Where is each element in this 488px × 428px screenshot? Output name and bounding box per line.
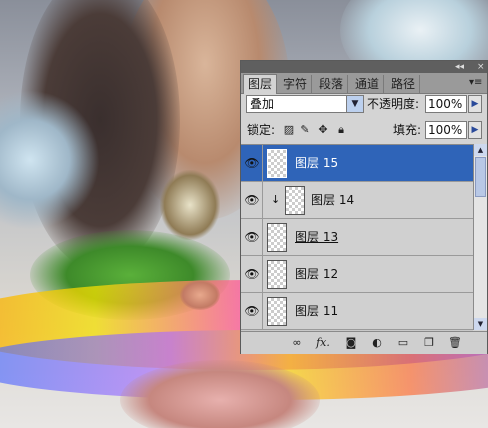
scroll-up-icon[interactable]: ▲ [474,144,487,156]
new-layer-icon[interactable]: ❐ [421,336,437,350]
close-icon[interactable]: × [477,62,485,72]
trash-icon[interactable]: 🗑︎ [447,336,463,350]
layer-row[interactable]: 👁︎ 图层 15 [241,145,473,182]
layer-row[interactable]: 👁︎ 图层 13 [241,219,473,256]
tab-paragraph[interactable]: 段落 [315,75,349,93]
eye-icon[interactable]: 👁︎ [244,304,260,318]
panel-menu-icon[interactable]: ▾≡ [469,77,483,89]
layer-thumbnail [267,260,287,289]
tab-paths[interactable]: 路径 [387,75,421,93]
layer-name: 图层 11 [295,304,339,318]
layer-thumbnail [285,186,305,215]
tab-channels[interactable]: 通道 [351,75,385,93]
collapse-icon[interactable]: ◂◂ [455,62,464,72]
fx-icon[interactable]: fx. [315,336,331,350]
layer-list: 👁︎ 图层 15 👁︎ ↓ 图层 14 👁︎ 图层 13 👁︎ 图层 12 👁︎ [241,144,473,331]
opacity-field[interactable]: 100% [425,95,467,113]
layer-row[interactable]: 👁︎ 图层 12 [241,256,473,293]
eye-icon[interactable]: 👁︎ [244,156,260,170]
eye-icon[interactable]: 👁︎ [244,230,260,244]
blend-mode-value: 叠加 [250,97,275,111]
eye-icon[interactable]: 👁︎ [244,267,260,281]
layer-list-scrollbar[interactable]: ▲ ▼ [473,144,487,330]
add-mask-icon[interactable]: ◙ [343,336,359,350]
layer-name: 图层 14 [311,193,355,207]
scrollbar-thumb[interactable] [475,157,486,197]
layer-row[interactable]: 👁︎ ↓ 图层 14 [241,182,473,219]
new-group-icon[interactable]: ▭ [395,336,411,350]
layers-bottom-toolbar: ∞ fx. ◙ ◐ ▭ ❐ 🗑︎ [241,331,487,354]
layer-name: 图层 12 [295,267,339,281]
layer-thumbnail [267,149,287,178]
lock-paint-icon[interactable]: ✎ [299,124,311,136]
lock-move-icon[interactable]: ✥ [317,124,329,136]
opacity-label: 不透明度: [367,97,420,111]
link-layers-icon[interactable]: ∞ [289,336,305,350]
panel-titlebar: ◂◂ × [241,61,487,73]
lock-transparency-icon[interactable]: ▨ [283,124,295,136]
layer-thumbnail [267,297,287,326]
lock-all-icon[interactable]: 🔒︎ [335,124,347,136]
layers-panel: ◂◂ × 图层 字符 段落 通道 路径 ▾≡ 叠加 ▼ 不透明度: 100% ▶… [240,60,488,354]
opacity-slider-arrow-icon[interactable]: ▶ [468,95,482,113]
layer-name: 图层 13 [295,230,339,244]
blend-mode-select[interactable]: 叠加 ▼ [246,95,364,113]
layer-row[interactable]: 👁︎ 图层 11 [241,293,473,330]
fill-label: 填充: [393,123,422,137]
fill-field[interactable]: 100% [425,121,467,139]
layer-thumbnail [267,223,287,252]
tab-layers[interactable]: 图层 [243,74,278,94]
eye-icon[interactable]: 👁︎ [244,193,260,207]
tab-character[interactable]: 字符 [279,75,313,93]
panel-tabs: 图层 字符 段落 通道 路径 ▾≡ [241,73,487,94]
adjustment-layer-icon[interactable]: ◐ [369,336,385,350]
layer-name: 图层 15 [295,156,339,170]
scroll-down-icon[interactable]: ▼ [474,318,487,330]
fill-slider-arrow-icon[interactable]: ▶ [468,121,482,139]
lock-label: 锁定: [247,123,276,137]
chevron-down-icon[interactable]: ▼ [346,96,363,112]
clipping-mask-icon: ↓ [271,193,281,206]
